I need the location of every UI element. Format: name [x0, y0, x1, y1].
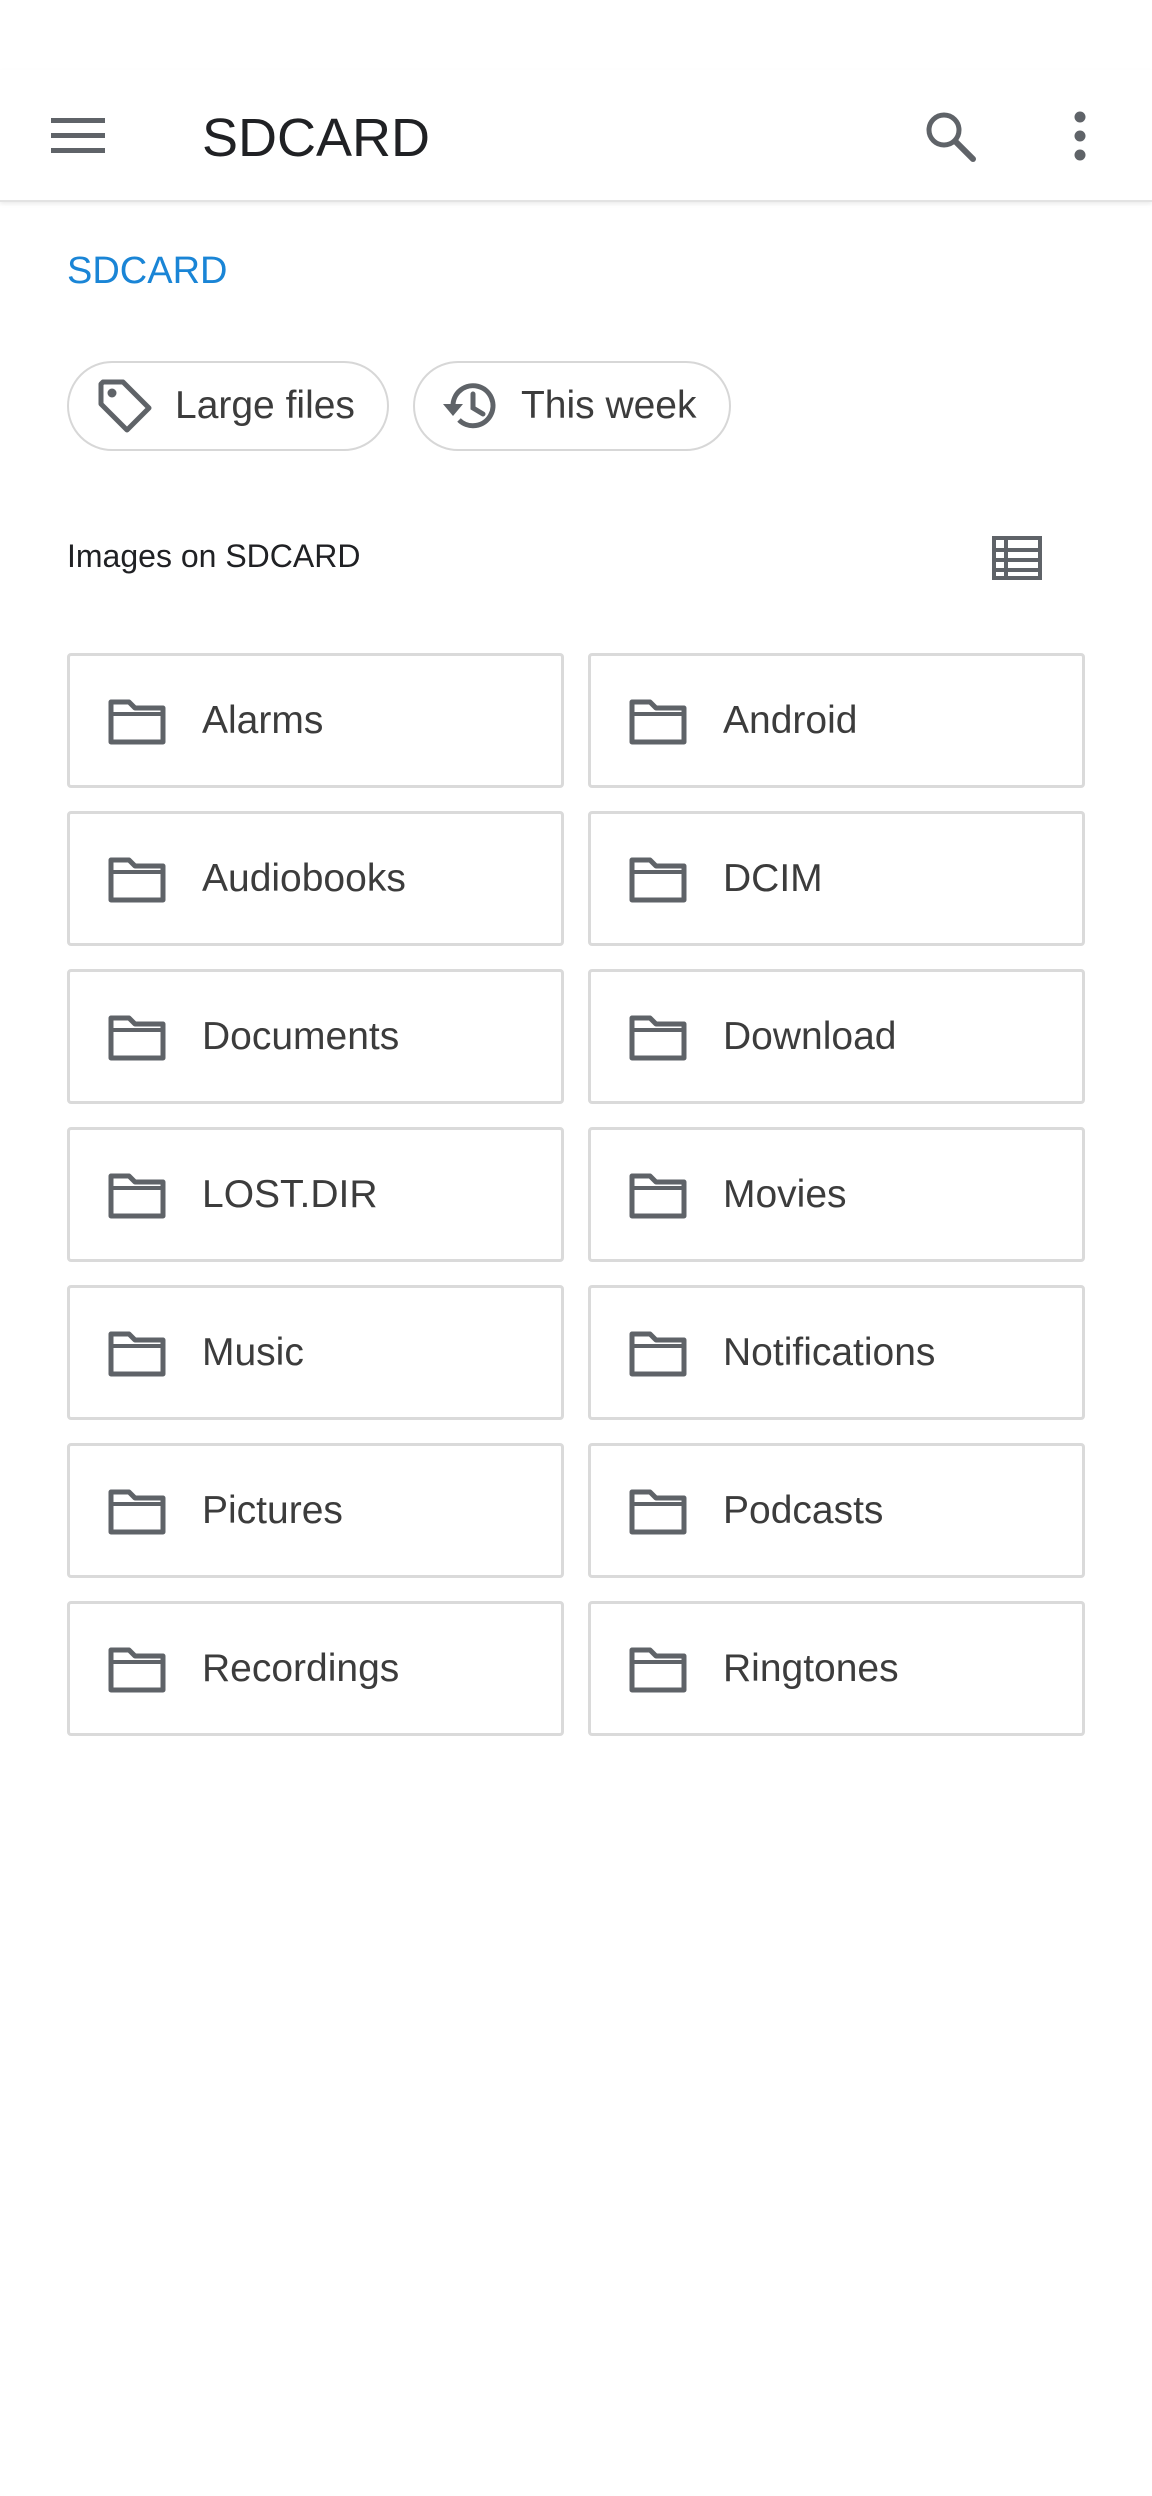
hamburger-menu-icon — [51, 118, 105, 153]
folder-label: Android — [723, 698, 858, 742]
folder-label: Music — [202, 1330, 304, 1374]
folder-label: Recordings — [202, 1646, 400, 1690]
breadcrumb-root[interactable]: SDCARD — [67, 250, 227, 293]
tag-icon — [93, 374, 157, 438]
folder-icon — [106, 1164, 168, 1226]
folder-icon — [106, 1006, 168, 1068]
folder-label: Movies — [723, 1172, 847, 1216]
folder-movies[interactable]: Movies — [588, 1127, 1085, 1262]
folder-download[interactable]: Download — [588, 969, 1085, 1104]
folder-label: Ringtones — [723, 1646, 899, 1690]
folder-icon — [106, 848, 168, 910]
folder-icon — [627, 1480, 689, 1542]
chip-this-week[interactable]: This week — [412, 361, 731, 451]
folder-grid: Alarms Android Audiobooks DCIM Documents… — [67, 653, 1085, 1736]
folder-label: LOST.DIR — [202, 1172, 378, 1216]
folder-icon — [106, 1480, 168, 1542]
folder-icon — [106, 1322, 168, 1384]
folder-icon — [627, 1164, 689, 1226]
app-bar: SDCARD — [0, 70, 1152, 202]
more-options-button[interactable] — [1030, 96, 1130, 176]
folder-icon — [627, 1006, 689, 1068]
folder-icon — [106, 690, 168, 752]
folder-alarms[interactable]: Alarms — [67, 653, 564, 788]
folder-audiobooks[interactable]: Audiobooks — [67, 811, 564, 946]
search-icon — [926, 112, 976, 162]
folder-music[interactable]: Music — [67, 1285, 564, 1420]
folder-android[interactable]: Android — [588, 653, 1085, 788]
list-view-icon — [992, 536, 1042, 580]
menu-button[interactable] — [28, 96, 128, 176]
folder-pictures[interactable]: Pictures — [67, 1443, 564, 1578]
folder-notifications[interactable]: Notifications — [588, 1285, 1085, 1420]
folder-podcasts[interactable]: Podcasts — [588, 1443, 1085, 1578]
search-button[interactable] — [900, 96, 1000, 176]
folder-icon — [627, 1638, 689, 1700]
status-bar — [0, 0, 1152, 80]
folder-ringtones[interactable]: Ringtones — [588, 1601, 1085, 1736]
folder-lost-dir[interactable]: LOST.DIR — [67, 1127, 564, 1262]
folder-label: DCIM — [723, 856, 823, 900]
folder-dcim[interactable]: DCIM — [588, 811, 1085, 946]
section-label: Images on SDCARD — [67, 538, 361, 574]
folder-recordings[interactable]: Recordings — [67, 1601, 564, 1736]
folder-label: Download — [723, 1014, 897, 1058]
folder-icon — [627, 1322, 689, 1384]
view-toggle-button[interactable] — [975, 520, 1059, 596]
folder-label: Audiobooks — [202, 856, 406, 900]
folder-icon — [106, 1638, 168, 1700]
page-title: SDCARD — [202, 108, 431, 168]
folder-label: Documents — [202, 1014, 400, 1058]
more-vert-icon — [1074, 111, 1086, 161]
folder-icon — [627, 690, 689, 752]
history-icon — [439, 374, 503, 438]
folder-label: Notifications — [723, 1330, 936, 1374]
filter-chips: Large files This week — [67, 361, 731, 451]
folder-label: Pictures — [202, 1488, 343, 1532]
folder-icon — [627, 848, 689, 910]
chip-label: This week — [520, 384, 697, 427]
folder-documents[interactable]: Documents — [67, 969, 564, 1104]
folder-label: Alarms — [202, 698, 324, 742]
chip-large-files[interactable]: Large files — [67, 361, 389, 451]
chip-label: Large files — [175, 384, 355, 427]
folder-label: Podcasts — [723, 1488, 884, 1532]
